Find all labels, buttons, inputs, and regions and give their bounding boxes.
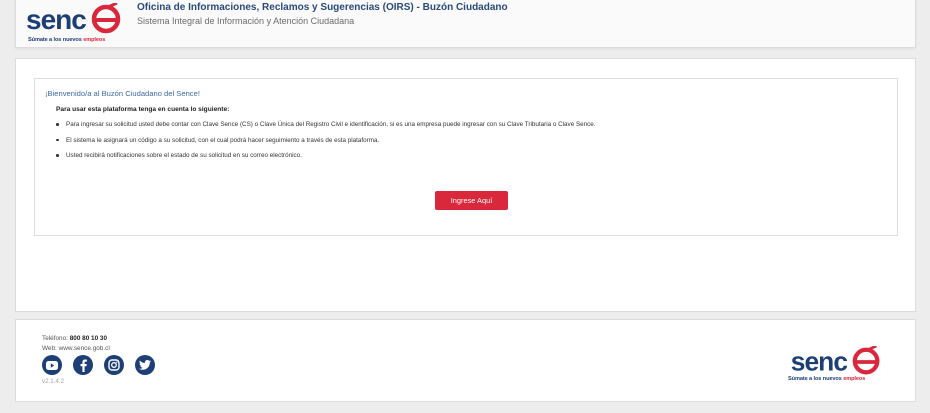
page-subtitle: Sistema Integral de Información y Atenci… [137,16,355,26]
site-header: senc Súmate a los nuevos empleos Oficina… [15,0,916,48]
footer-web: Web: www.sence.gob.cl [42,345,110,352]
enter-here-button[interactable]: Ingrese Aquí [435,191,508,210]
instructions-list: Para ingresar su solicitud usted debe co… [56,121,596,168]
social-links [42,355,155,375]
main-panel: ¡Bienvenido/a al Buzón Ciudadano del Sen… [15,58,916,312]
instagram-icon[interactable] [104,355,124,375]
welcome-heading: ¡Bienvenido/a al Buzón Ciudadano del Sen… [45,89,200,98]
logo-tagline: Súmate a los nuevos empleos [28,37,106,43]
facebook-icon[interactable] [73,355,93,375]
logo-tagline: Súmate a los nuevos empleos [788,376,866,382]
footer-phone: Teléfono: 800 80 10 30 [42,335,108,342]
website-link[interactable]: www.sence.gob.cl [59,345,110,352]
sence-logo[interactable]: senc Súmate a los nuevos empleos [25,3,121,45]
welcome-card: ¡Bienvenido/a al Buzón Ciudadano del Sen… [34,78,898,236]
list-item: Usted recibirá notificaciones sobre el e… [56,152,596,168]
sence-logo-wordmark: senc [791,344,880,376]
page-title: Oficina de Informaciones, Reclamos y Sug… [137,2,508,13]
intro-text: Para usar esta plataforma tenga en cuent… [56,106,230,113]
list-item: Para ingresar su solicitud usted debe co… [56,121,596,137]
svg-text:senc: senc [26,4,86,35]
sence-logo-wordmark: senc [26,3,121,35]
svg-text:senc: senc [791,346,848,376]
site-footer: Teléfono: 800 80 10 30 Web: www.sence.go… [15,319,916,402]
youtube-icon[interactable] [42,355,62,375]
twitter-icon[interactable] [135,355,155,375]
list-item: El sistema le asignará un código a su so… [56,137,596,153]
sence-logo: senc Súmate a los nuevos empleos [787,344,883,386]
app-version: v2.1.4.2 [42,378,65,385]
